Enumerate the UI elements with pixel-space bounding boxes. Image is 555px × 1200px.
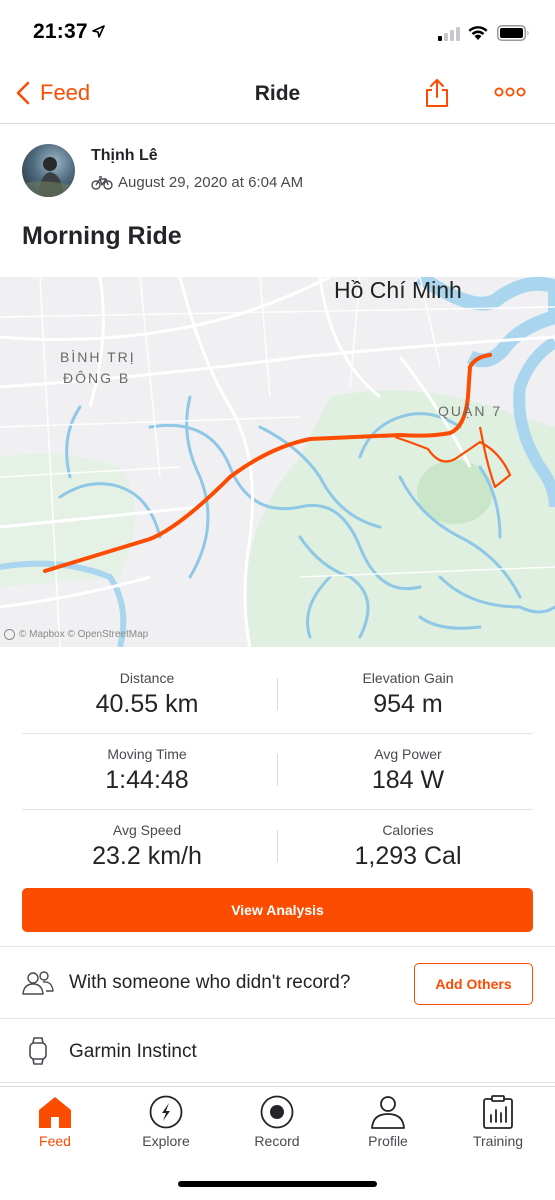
stat-calories: Calories 1,293 Cal bbox=[283, 810, 533, 871]
map-attribution-text: © Mapbox © OpenStreetMap bbox=[19, 629, 149, 640]
map-district-label-1a: BÌNH TRỊ bbox=[60, 349, 136, 365]
stat-label: Avg Speed bbox=[112, 822, 182, 838]
stat-row: Avg Speed 23.2 km/h Calories 1,293 Cal bbox=[22, 810, 533, 886]
training-icon bbox=[483, 1095, 513, 1129]
activity-title: Morning Ride bbox=[22, 222, 182, 250]
people-icon bbox=[22, 971, 54, 995]
back-label: Feed bbox=[40, 80, 91, 105]
divider bbox=[277, 830, 278, 862]
stat-label: Avg Power bbox=[374, 746, 442, 762]
athlete-header: Thịnh Lê August 29, 2020 at 6:04 AM bbox=[22, 142, 522, 202]
bike-icon bbox=[91, 175, 113, 190]
stat-row: Distance 40.55 km Elevation Gain 954 m bbox=[22, 658, 533, 734]
back-button[interactable]: Feed bbox=[16, 80, 90, 106]
stat-value: 1,293 Cal bbox=[354, 842, 462, 870]
device-row: Garmin Instinct bbox=[0, 1019, 555, 1083]
add-others-row: With someone who didn't record? Add Othe… bbox=[0, 947, 555, 1019]
stat-row: Moving Time 1:44:48 Avg Power 184 W bbox=[22, 734, 533, 810]
divider bbox=[0, 1082, 555, 1083]
status-bar: 21:37 bbox=[0, 0, 555, 66]
stat-distance: Distance 40.55 km bbox=[22, 658, 272, 719]
athlete-name[interactable]: Thịnh Lê bbox=[91, 147, 158, 165]
record-icon bbox=[260, 1095, 294, 1129]
add-others-button[interactable]: Add Others bbox=[414, 963, 533, 1005]
tab-profile[interactable]: Profile bbox=[338, 1095, 438, 1157]
activity-meta: August 29, 2020 at 6:04 AM bbox=[91, 174, 303, 191]
avatar[interactable] bbox=[22, 144, 75, 197]
tab-label: Feed bbox=[39, 1133, 71, 1149]
stats-grid: Distance 40.55 km Elevation Gain 954 m M… bbox=[22, 658, 533, 886]
share-icon[interactable] bbox=[424, 78, 450, 108]
home-indicator[interactable] bbox=[178, 1181, 377, 1187]
chevron-left-icon bbox=[16, 81, 30, 105]
more-icon[interactable] bbox=[494, 86, 526, 98]
route-map[interactable] bbox=[0, 277, 555, 647]
cellular-signal-icon bbox=[438, 27, 460, 41]
location-arrow-icon bbox=[92, 25, 105, 38]
wifi-icon bbox=[468, 26, 488, 40]
tab-label: Explore bbox=[142, 1133, 190, 1149]
status-time: 21:37 bbox=[33, 20, 88, 43]
compass-icon bbox=[149, 1095, 183, 1129]
home-icon bbox=[39, 1097, 71, 1128]
stat-avg-speed: Avg Speed 23.2 km/h bbox=[22, 810, 272, 871]
view-analysis-button[interactable]: View Analysis bbox=[22, 888, 533, 932]
stat-label: Elevation Gain bbox=[362, 670, 454, 686]
divider bbox=[277, 678, 278, 710]
stat-value: 23.2 km/h bbox=[92, 842, 202, 870]
stat-moving-time: Moving Time 1:44:48 bbox=[22, 734, 272, 795]
avatar-image bbox=[22, 157, 75, 197]
stat-label: Distance bbox=[119, 670, 175, 686]
stat-value: 954 m bbox=[373, 690, 443, 718]
tab-record[interactable]: Record bbox=[227, 1095, 327, 1157]
with-someone-text: With someone who didn't record? bbox=[69, 972, 351, 993]
tab-training[interactable]: Training bbox=[448, 1095, 548, 1157]
stat-value: 184 W bbox=[371, 766, 445, 794]
nav-bar: Feed Ride bbox=[0, 66, 555, 124]
divider bbox=[277, 754, 278, 786]
map-attribution[interactable]: © Mapbox © OpenStreetMap bbox=[4, 629, 148, 640]
tab-explore[interactable]: Explore bbox=[116, 1095, 216, 1157]
stat-elevation-gain: Elevation Gain 954 m bbox=[283, 658, 533, 719]
battery-icon bbox=[497, 25, 529, 41]
map-district-label-1b: ĐÔNG B bbox=[63, 370, 131, 386]
activity-date: August 29, 2020 at 6:04 AM bbox=[118, 174, 304, 191]
stat-value: 40.55 km bbox=[95, 690, 199, 718]
stat-avg-power: Avg Power 184 W bbox=[283, 734, 533, 795]
map-graphic bbox=[0, 277, 555, 647]
watch-icon bbox=[29, 1037, 47, 1065]
tab-label: Record bbox=[254, 1133, 300, 1149]
device-name: Garmin Instinct bbox=[69, 1041, 197, 1062]
tab-feed[interactable]: Feed bbox=[5, 1095, 105, 1157]
map-district-label-2: QUẬN 7 bbox=[438, 403, 503, 419]
map-city-label: Hồ Chí Minh bbox=[334, 277, 462, 303]
profile-icon bbox=[371, 1096, 405, 1129]
info-icon bbox=[4, 629, 15, 640]
stat-value: 1:44:48 bbox=[105, 766, 189, 794]
tab-label: Profile bbox=[368, 1133, 408, 1149]
stat-label: Moving Time bbox=[107, 746, 187, 762]
tab-label: Training bbox=[472, 1133, 524, 1149]
stat-label: Calories bbox=[382, 822, 434, 838]
